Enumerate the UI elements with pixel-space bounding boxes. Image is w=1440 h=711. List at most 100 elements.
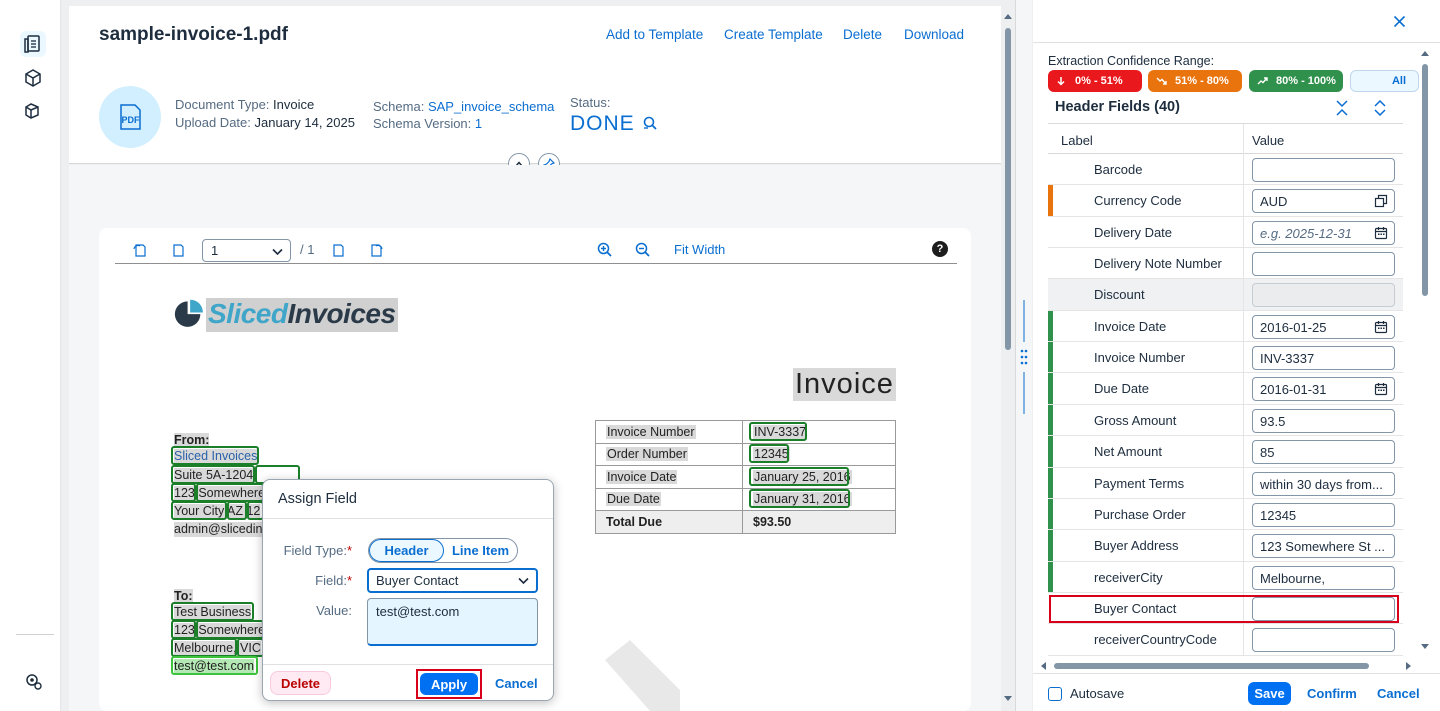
value-textarea[interactable]: test@test.com [367, 598, 538, 646]
field-row[interactable]: Buyer Address 123 Somewhere St ... [1048, 530, 1403, 562]
detected-token-box[interactable] [196, 483, 264, 502]
field-row[interactable]: Delivery Date e.g. 2025-12-31 [1048, 216, 1403, 249]
table-cell: $93.50 [742, 510, 896, 534]
panel-divider [1033, 42, 1440, 43]
popover-divider [263, 518, 553, 519]
detected-token-box[interactable] [749, 444, 789, 463]
page-select-value: 1 [211, 243, 219, 258]
close-panel-icon[interactable] [1393, 15, 1406, 33]
field-row[interactable]: Invoice Date 2016-01-25 [1048, 310, 1403, 343]
field-row[interactable]: receiverCountryCode [1048, 624, 1403, 656]
panel-splitter[interactable] [1015, 0, 1032, 711]
detected-token-box[interactable] [237, 638, 264, 657]
first-page-icon[interactable] [169, 241, 187, 259]
panel-horizontal-scrollbar[interactable] [1040, 660, 1412, 672]
field-value-input[interactable]: e.g. 2025-12-31 [1252, 220, 1395, 245]
detected-token-box[interactable] [171, 638, 237, 657]
autosave-checkbox[interactable] [1048, 687, 1062, 701]
save-button[interactable]: Save [1248, 682, 1291, 705]
field-value-input[interactable]: AUD [1252, 189, 1395, 214]
value-help-icon[interactable] [1374, 194, 1388, 208]
field-value-input[interactable] [1252, 158, 1395, 182]
last-page-icon[interactable] [329, 241, 347, 259]
schema-link[interactable]: SAP_invoice_schema [428, 99, 554, 114]
rotate-left-icon[interactable] [131, 241, 149, 259]
selected-token-box[interactable] [171, 656, 258, 675]
field-type-header-option[interactable]: Header [369, 539, 444, 562]
field-value-input[interactable]: 12345 [1252, 502, 1395, 527]
field-row[interactable]: Barcode [1048, 154, 1403, 186]
calendar-icon[interactable] [1374, 382, 1388, 396]
field-value-input[interactable]: INV-3337 [1252, 346, 1395, 371]
field-value-input[interactable] [1252, 628, 1395, 653]
create-template-button[interactable]: Create Template [724, 27, 823, 42]
field-row[interactable]: Purchase Order 12345 [1048, 498, 1403, 531]
field-row[interactable]: Net Amount 85 [1048, 436, 1403, 468]
detected-token-box[interactable] [171, 620, 196, 639]
detected-token-box[interactable] [171, 446, 259, 465]
field-value-input[interactable]: 93.5 [1252, 408, 1395, 433]
rotate-right-icon[interactable] [367, 241, 385, 259]
field-row[interactable]: Discount [1048, 279, 1403, 311]
field-value-input[interactable]: 85 [1252, 440, 1395, 465]
popover-delete-button[interactable]: Delete [270, 671, 331, 695]
detected-token-box[interactable] [196, 620, 264, 639]
calendar-icon[interactable] [1374, 320, 1388, 334]
field-type-line-item-option[interactable]: Line Item [444, 539, 517, 562]
field-value-input[interactable]: 123 Somewhere St ... [1252, 534, 1395, 559]
popover-cancel-button[interactable]: Cancel [495, 676, 538, 691]
field-row[interactable]: Currency Code AUD [1048, 185, 1403, 217]
field-row[interactable]: Delivery Note Number [1048, 248, 1403, 280]
from-line[interactable]: admin@slicedin [174, 522, 263, 537]
field-row[interactable]: Invoice Number INV-3337 [1048, 342, 1403, 374]
field-row[interactable]: receiverCity Melbourne, [1048, 561, 1403, 593]
zoom-in-icon[interactable] [596, 241, 614, 259]
fit-width-button[interactable]: Fit Width [674, 242, 725, 257]
help-icon[interactable]: ? [932, 241, 948, 257]
main-scrollbar[interactable] [1001, 8, 1015, 708]
confidence-indicator [1048, 436, 1053, 467]
field-value-input[interactable]: 2016-01-25 [1252, 314, 1395, 339]
confirm-button[interactable]: Confirm [1307, 686, 1357, 701]
field-value-input[interactable]: 2016-01-31 [1252, 377, 1395, 402]
delete-button[interactable]: Delete [843, 27, 882, 42]
confidence-chip-all[interactable]: All [1350, 70, 1419, 92]
schema-icon[interactable] [20, 65, 46, 91]
detected-token-box[interactable] [749, 489, 850, 508]
confidence-chip-high[interactable]: 80% - 100% [1249, 70, 1343, 92]
field-value-input[interactable] [1252, 252, 1395, 277]
field-row[interactable]: Payment Terms within 30 days from... [1048, 467, 1403, 499]
detected-token-box[interactable] [749, 467, 849, 486]
calendar-icon[interactable] [1374, 226, 1388, 240]
page-select[interactable]: 1 [202, 239, 291, 262]
expand-all-icon[interactable] [1373, 99, 1387, 119]
detected-token-box[interactable] [171, 501, 227, 520]
download-button[interactable]: Download [904, 27, 964, 42]
confidence-chip-medium[interactable]: 51% - 80% [1148, 70, 1242, 92]
field-row[interactable]: Due Date 2016-01-31 [1048, 373, 1403, 405]
detected-token-box[interactable] [749, 422, 807, 441]
template-icon[interactable] [20, 98, 46, 124]
pdf-badge-text: PDF [122, 115, 141, 125]
detected-token-box[interactable] [171, 465, 255, 484]
detected-token-box[interactable] [227, 501, 247, 520]
panel-vertical-scrollbar[interactable] [1419, 46, 1431, 656]
field-row[interactable]: Gross Amount 93.5 [1048, 404, 1403, 437]
add-to-template-button[interactable]: Add to Template [606, 27, 703, 42]
collapse-all-icon[interactable] [1335, 100, 1349, 119]
field-value-input[interactable]: within 30 days from... [1252, 471, 1395, 496]
schema-version-link[interactable]: 1 [475, 116, 482, 131]
cancel-button[interactable]: Cancel [1377, 686, 1420, 701]
zoom-out-icon[interactable] [634, 241, 652, 259]
detected-token-box[interactable] [171, 602, 254, 621]
schema-version: Schema Version: 1 [373, 116, 482, 131]
confidence-chip-low[interactable]: 0% - 51% [1048, 70, 1142, 92]
documents-icon[interactable] [20, 31, 46, 57]
field-select[interactable]: Buyer Contact [367, 568, 538, 593]
selected-row-highlight [1049, 595, 1399, 623]
status-details-icon[interactable] [642, 115, 658, 131]
apply-button[interactable]: Apply [420, 673, 478, 695]
settings-icon[interactable] [20, 668, 46, 694]
detected-token-box[interactable] [171, 483, 196, 502]
field-value-input[interactable]: Melbourne, [1252, 565, 1395, 590]
